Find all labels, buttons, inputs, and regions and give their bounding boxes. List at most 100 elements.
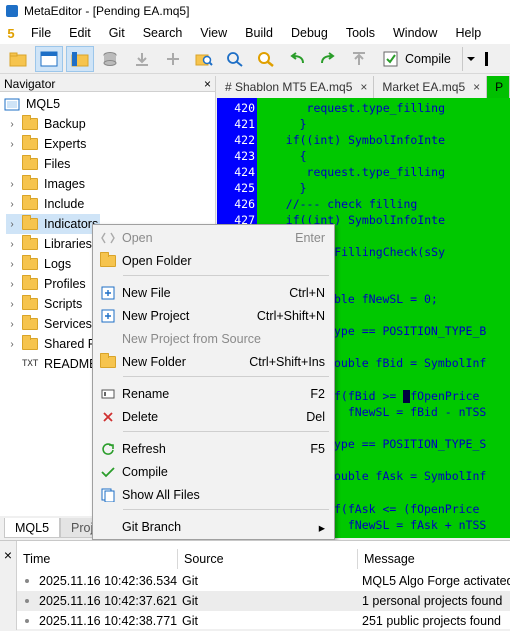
menu-item-delete[interactable]: Delete Del xyxy=(94,406,333,428)
search-button[interactable] xyxy=(252,46,280,72)
log-row[interactable]: 2025.11.16 10:42:38.771 Git 251 public p… xyxy=(17,611,510,631)
tree-item-label: Include xyxy=(44,197,85,211)
navigator-close-icon[interactable]: × xyxy=(204,77,211,91)
menu-item-new-project-from-source[interactable]: New Project from Source xyxy=(94,328,333,350)
menu-item-compile[interactable]: Compile xyxy=(94,461,333,483)
menu-search[interactable]: Search xyxy=(134,22,192,44)
tree-item-libraries[interactable]: › Libraries xyxy=(6,234,92,254)
menu-view[interactable]: View xyxy=(191,22,236,44)
title-bar: MetaEditor - [Pending EA.mq5] xyxy=(0,0,510,22)
context-menu: Open Enter Open Folder New File Ctrl+N N… xyxy=(92,224,335,540)
tree-item-backup[interactable]: › Backup xyxy=(6,114,86,134)
find-references-button[interactable] xyxy=(221,46,249,72)
close-icon[interactable]: × xyxy=(360,80,367,94)
upload-button[interactable] xyxy=(345,46,373,72)
tree-item-include[interactable]: › Include xyxy=(6,194,84,214)
open-icon xyxy=(94,232,122,244)
log-row[interactable]: 2025.11.16 10:42:36.534 Git MQL5 Algo Fo… xyxy=(17,571,510,591)
tree-root-mql5[interactable]: MQL5 xyxy=(4,94,60,114)
menu-separator xyxy=(123,431,329,432)
tab-mql5[interactable]: MQL5 xyxy=(4,518,61,538)
database-icon xyxy=(103,51,117,66)
menu-window[interactable]: Window xyxy=(384,22,446,44)
chevron-right-icon: ▸ xyxy=(318,520,325,535)
toolbox-toggle-button[interactable] xyxy=(66,45,94,72)
tree-item-label: Experts xyxy=(44,137,87,151)
download-button[interactable] xyxy=(128,46,156,72)
menu-debug[interactable]: Debug xyxy=(282,22,337,44)
tree-item-label: Backup xyxy=(44,117,86,131)
tree-item-readme[interactable]: TXT README xyxy=(18,354,97,374)
close-icon[interactable]: × xyxy=(473,80,480,94)
plus-icon xyxy=(167,52,179,65)
tab-shablon-mt5-ea[interactable]: # Shablon MT5 EA.mq5 × xyxy=(217,76,375,98)
log-source: Git xyxy=(182,594,198,608)
tree-root-label: MQL5 xyxy=(26,97,61,111)
tree-item-scripts[interactable]: › Scripts xyxy=(6,294,82,314)
menu-item-open-folder[interactable]: Open Folder xyxy=(94,250,333,272)
navigator-toggle-button[interactable] xyxy=(35,45,63,72)
tree-item-label: Indicators xyxy=(44,217,99,231)
menu-git[interactable]: Git xyxy=(100,22,134,44)
folder-icon xyxy=(22,155,38,170)
log-message: 251 public projects found xyxy=(362,614,501,628)
folder-icon xyxy=(22,295,38,310)
column-header-message[interactable]: Message xyxy=(358,549,510,569)
log-dot-icon xyxy=(25,599,29,603)
column-header-source[interactable]: Source xyxy=(178,549,358,569)
tree-item-indicators[interactable]: › Indicators xyxy=(6,214,100,234)
database-button[interactable] xyxy=(97,46,125,72)
menu-edit[interactable]: Edit xyxy=(60,22,100,44)
magnifier-icon xyxy=(258,51,274,67)
toolbar-overflow[interactable] xyxy=(482,46,492,72)
code-line: if((int) SymbolInfoInte xyxy=(265,133,446,147)
tree-item-services[interactable]: › Services xyxy=(6,314,92,334)
code-line: } xyxy=(265,181,307,195)
log-time: 2025.11.16 10:42:37.621 xyxy=(39,594,178,608)
tree-item-label: Files xyxy=(44,157,71,171)
folder-icon xyxy=(22,335,38,350)
menu-item-new-project[interactable]: New Project Ctrl+Shift+N xyxy=(94,305,333,327)
navigator-header: Navigator × xyxy=(0,76,215,92)
compile-dropdown[interactable] xyxy=(461,46,480,71)
menu-help[interactable]: Help xyxy=(446,22,490,44)
menu-item-git-branch[interactable]: Git Branch ▸ xyxy=(94,516,333,538)
code-line: ouble fBid = SymbolInf xyxy=(334,356,487,370)
menu-item-open[interactable]: Open Enter xyxy=(94,227,333,249)
code-line: } xyxy=(265,117,307,131)
back-button[interactable] xyxy=(283,46,311,72)
menu-file[interactable]: File xyxy=(22,22,60,44)
new-folder-toolbar-button[interactable] xyxy=(4,46,32,72)
column-header-time[interactable]: Time xyxy=(17,549,178,569)
tree-item-images[interactable]: › Images xyxy=(6,174,85,194)
tree-item-experts[interactable]: › Experts xyxy=(6,134,86,154)
new-file-icon xyxy=(94,286,122,300)
menu-tools[interactable]: Tools xyxy=(337,22,384,44)
tree-item-files[interactable]: Files xyxy=(6,154,70,174)
folder-panel-icon xyxy=(71,51,89,66)
tab-pending-ea[interactable]: P xyxy=(487,76,510,98)
compile-icon xyxy=(383,51,398,66)
tab-label: Market EA.mq5 xyxy=(382,80,466,94)
tree-item-profiles[interactable]: › Profiles xyxy=(6,274,86,294)
menu-item-refresh[interactable]: Refresh F5 xyxy=(94,438,333,460)
tab-market-ea[interactable]: Market EA.mq5 × xyxy=(374,76,488,98)
menu-item-new-file[interactable]: New File Ctrl+N xyxy=(94,282,333,304)
add-button[interactable] xyxy=(159,46,187,72)
compile-button[interactable]: Compile xyxy=(376,46,458,72)
code-line: //--- check filling xyxy=(265,197,418,211)
forward-button[interactable] xyxy=(314,46,342,72)
log-row[interactable]: 2025.11.16 10:42:37.621 Git 1 personal p… xyxy=(17,591,510,611)
menu-item-show-all-files[interactable]: Show All Files xyxy=(94,484,333,506)
chevron-right-icon: › xyxy=(10,138,14,150)
folder-icon xyxy=(22,235,38,250)
menu-item-rename[interactable]: Rename F2 xyxy=(94,383,333,405)
menu-build[interactable]: Build xyxy=(236,22,282,44)
find-in-folder-button[interactable] xyxy=(190,46,218,72)
folder-search-icon xyxy=(195,54,213,66)
menu-item-new-folder[interactable]: New Folder Ctrl+Shift+Ins xyxy=(94,351,333,373)
toolbox-close-icon[interactable]: × xyxy=(0,547,16,563)
overflow-icon xyxy=(484,51,488,66)
line-number: 426 xyxy=(234,197,255,211)
tree-item-logs[interactable]: › Logs xyxy=(6,254,71,274)
